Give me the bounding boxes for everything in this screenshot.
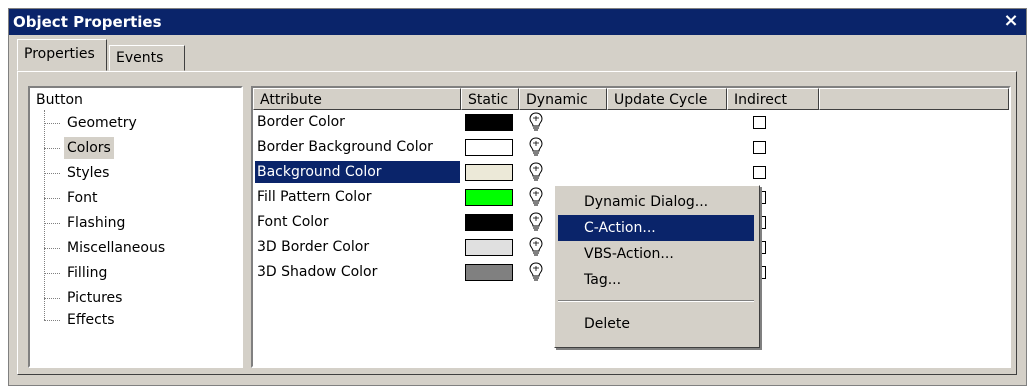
tab-events[interactable]: Events: [109, 45, 185, 71]
context-menu: Dynamic Dialog... C-Action... VBS-Action…: [554, 185, 760, 348]
column-header-dynamic[interactable]: Dynamic: [519, 88, 607, 110]
tree-branch: [44, 173, 60, 174]
tree-branch: [44, 248, 60, 249]
tree-item-geometry[interactable]: Geometry: [64, 112, 140, 134]
menu-item-c-action[interactable]: C-Action...: [558, 215, 754, 241]
attribute-name[interactable]: Border Color: [255, 111, 460, 133]
tree-connector: [44, 110, 45, 320]
table-row[interactable]: Border Color: [253, 111, 1009, 136]
indirect-checkbox[interactable]: [753, 141, 766, 154]
tree-item-flashing[interactable]: Flashing: [64, 212, 128, 234]
dynamic-bulb-icon[interactable]: [529, 212, 543, 232]
menu-item-delete[interactable]: Delete: [558, 311, 754, 337]
tree-branch: [44, 148, 60, 149]
close-icon[interactable]: ×: [1002, 11, 1020, 31]
tree-branch: [44, 273, 60, 274]
tree-item-styles[interactable]: Styles: [64, 162, 112, 184]
tree-root-button[interactable]: Button: [36, 92, 83, 108]
tree-branch: [44, 198, 60, 199]
indirect-checkbox[interactable]: [753, 116, 766, 129]
dynamic-bulb-icon[interactable]: [529, 137, 543, 157]
dynamic-bulb-icon[interactable]: [529, 262, 543, 282]
menu-item-dynamic-dialog[interactable]: Dynamic Dialog...: [558, 189, 754, 215]
attribute-name[interactable]: Background Color: [255, 161, 460, 183]
tree-branch: [44, 223, 60, 224]
tree-item-filling[interactable]: Filling: [64, 262, 110, 284]
static-color-swatch[interactable]: [465, 114, 513, 131]
attribute-name[interactable]: Border Background Color: [255, 136, 460, 158]
indirect-checkbox[interactable]: [753, 166, 766, 179]
dynamic-bulb-icon[interactable]: [529, 162, 543, 182]
static-color-swatch[interactable]: [465, 189, 513, 206]
window-title: Object Properties: [13, 13, 162, 31]
tree-item-miscellaneous[interactable]: Miscellaneous: [64, 237, 168, 259]
column-header-static[interactable]: Static: [461, 88, 519, 110]
dynamic-bulb-icon[interactable]: [529, 237, 543, 257]
menu-item-tag[interactable]: Tag...: [558, 267, 754, 293]
tree-branch: [44, 298, 60, 299]
table-row[interactable]: Border Background Color: [253, 136, 1009, 161]
property-tree[interactable]: Button Geometry Colors Styles Font Flash…: [28, 86, 243, 368]
tree-item-colors[interactable]: Colors: [64, 137, 114, 159]
object-properties-window: Object Properties × Properties Events Bu…: [8, 8, 1027, 386]
static-color-swatch[interactable]: [465, 164, 513, 181]
tree-item-effects[interactable]: Effects: [64, 309, 118, 331]
table-row[interactable]: Background Color: [253, 161, 1009, 186]
static-color-swatch[interactable]: [465, 264, 513, 281]
tree-branch: [44, 320, 60, 321]
dynamic-bulb-icon[interactable]: [529, 112, 543, 132]
column-header-attribute[interactable]: Attribute: [253, 88, 461, 110]
column-header-filler: [819, 88, 1009, 110]
column-header-update-cycle[interactable]: Update Cycle: [607, 88, 727, 110]
dynamic-bulb-icon[interactable]: [529, 187, 543, 207]
attribute-name[interactable]: 3D Shadow Color: [255, 261, 460, 283]
tree-item-pictures[interactable]: Pictures: [64, 287, 125, 309]
menu-item-vbs-action[interactable]: VBS-Action...: [558, 241, 754, 267]
column-header-indirect[interactable]: Indirect: [727, 88, 819, 110]
tree-branch: [44, 123, 60, 124]
menu-separator: [558, 300, 754, 302]
static-color-swatch[interactable]: [465, 139, 513, 156]
properties-panel: Button Geometry Colors Styles Font Flash…: [17, 71, 1017, 375]
tab-properties[interactable]: Properties: [17, 39, 107, 71]
tree-item-font[interactable]: Font: [64, 187, 100, 209]
attribute-name[interactable]: Font Color: [255, 211, 460, 233]
attribute-name[interactable]: Fill Pattern Color: [255, 186, 460, 208]
attribute-name[interactable]: 3D Border Color: [255, 236, 460, 258]
title-bar[interactable]: Object Properties ×: [9, 9, 1026, 35]
static-color-swatch[interactable]: [465, 214, 513, 231]
static-color-swatch[interactable]: [465, 239, 513, 256]
